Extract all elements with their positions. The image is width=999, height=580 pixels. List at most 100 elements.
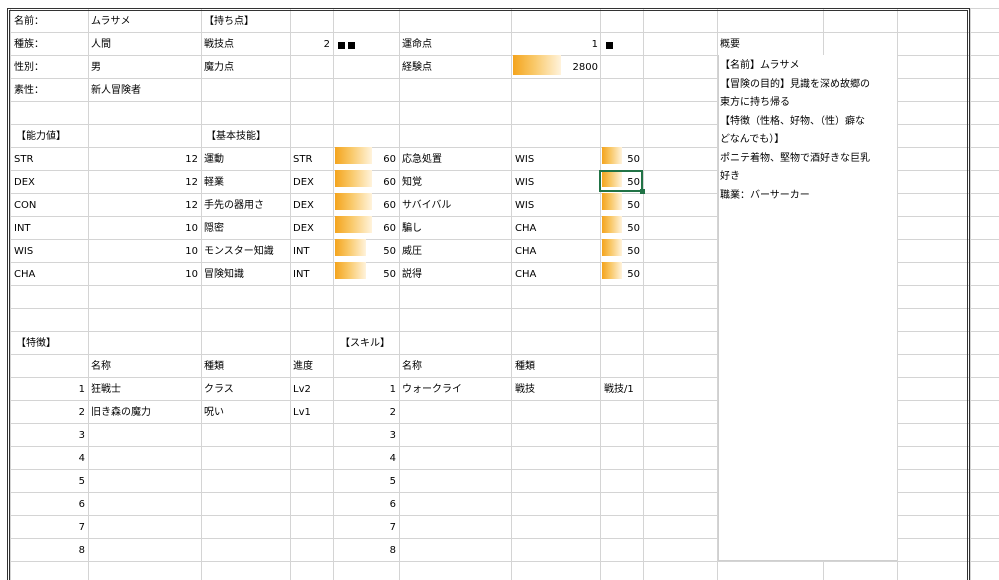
basic-skill-value[interactable]: 60 [348,176,396,190]
ability-value[interactable]: 12 [150,176,198,190]
feature-row-number: 3 [78,430,85,441]
basic-skill-stat: WIS [515,154,535,165]
ability-value[interactable]: 12 [150,199,198,213]
basic-skill-value[interactable]: 50 [600,245,640,259]
summary-line: 【名前】ムラサメ [720,60,800,71]
basic-skill-stat: WIS [515,200,535,211]
skills-col-type: 種類 [515,361,535,372]
ability-name: STR [14,154,34,165]
feature-type[interactable]: 呪い [204,406,224,420]
basic-skill-name: 応急処置 [402,154,442,165]
feature-row-number: 6 [78,499,85,510]
basic-skill-stat: INT [293,269,310,280]
name-value[interactable]: ムラサメ [91,15,131,29]
selected-cell[interactable] [599,170,643,192]
skill-row-number: 4 [389,453,396,464]
ability-value[interactable]: 12 [150,153,198,167]
origin-value[interactable]: 新人冒険者 [91,84,141,98]
feature-row-number: 4 [78,453,85,464]
features-col-type: 種類 [204,361,224,372]
basic-skill-value[interactable]: 50 [600,268,640,282]
basic-skill-name: 騙し [402,223,422,234]
magic-points-label: 魔力点 [204,62,234,73]
basic-skill-stat: INT [293,246,310,257]
basic-skill-stat: CHA [515,246,537,257]
basic-skill-value[interactable]: 60 [348,199,396,213]
basic-skill-stat: DEX [293,223,314,234]
feature-row-number: 1 [78,384,85,395]
summary-line: 好き [720,171,740,182]
basic-skill-value[interactable]: 50 [348,268,396,282]
combat-pip [338,42,345,49]
basic-skill-name: 軽業 [204,177,224,188]
feature-type[interactable]: クラス [204,383,234,397]
feature-name[interactable]: 狂戦士 [91,383,121,397]
skills-header: 【スキル】 [340,338,390,349]
origin-label: 素性： [14,85,44,96]
basic-skill-value[interactable]: 60 [348,222,396,236]
skill-row-number: 6 [389,499,396,510]
ability-value[interactable]: 10 [150,222,198,236]
race-label: 種族： [14,39,44,50]
basic-skill-stat: WIS [515,177,535,188]
basic-skill-name: 知覚 [402,177,422,188]
feature-row-number: 2 [78,407,85,418]
ability-name: CON [14,200,37,211]
basic-skill-name: 手先の器用さ [204,200,264,211]
fill-handle[interactable] [640,189,645,194]
fate-points-label: 運命点 [402,39,432,50]
skill-type[interactable]: 戦技 [515,383,535,397]
feature-progress[interactable]: Lv1 [293,406,311,420]
summary-line: どなんでも）】 [720,134,785,145]
ability-value[interactable]: 10 [150,268,198,282]
summary-line: 【冒険の目的】見識を深め故郷の [720,78,870,90]
basic-skill-name: 冒険知識 [204,269,244,280]
skills-col-name: 名称 [402,361,422,372]
name-label: 名前： [14,16,44,27]
features-col-progress: 進度 [293,361,313,372]
gender-label: 性別： [14,62,44,73]
summary-notes-box[interactable] [718,55,897,561]
feature-progress[interactable]: Lv2 [293,383,311,397]
combat-pip [348,42,355,49]
gender-value[interactable]: 男 [91,61,101,75]
ability-name: CHA [14,269,36,280]
ability-name: DEX [14,177,35,188]
exp-points-label: 経験点 [402,62,432,73]
race-value[interactable]: 人間 [91,38,111,52]
feature-row-number: 8 [78,545,85,556]
basic-skill-stat: DEX [293,177,314,188]
summary-line: 【特徴（性格、好物、（性）癖な [720,115,865,127]
skill-name[interactable]: ウォークライ [402,383,462,397]
features-col-name: 名称 [91,361,111,372]
exp-points-value[interactable]: 2800 [548,61,598,75]
basic-skill-value[interactable]: 50 [348,245,396,259]
summary-line: ポニテ着物、堅物で酒好きな巨乳 [720,152,870,164]
ability-name: INT [14,223,31,234]
basic-skill-stat: DEX [293,200,314,211]
basic-skill-stat: STR [293,154,313,165]
skill-row-number: 3 [389,430,396,441]
skill-cost[interactable]: 戦技/1 [604,383,634,397]
fate-points-value[interactable]: 1 [558,38,598,52]
basic-skill-stat: CHA [515,223,537,234]
combat-points-value[interactable]: 2 [290,38,330,52]
basic-skill-value[interactable]: 60 [348,153,396,167]
basic-skill-name: 運動 [204,154,224,165]
skill-row-number: 5 [389,476,396,487]
skill-row-number: 7 [389,522,396,533]
summary-line: 東方に持ち帰る [720,97,790,108]
basic-skill-name: 隠密 [204,223,224,234]
basic-skill-value[interactable]: 50 [600,222,640,236]
basic-skill-stat: CHA [515,269,537,280]
features-header: 【特徴】 [16,338,56,349]
basic-skill-value[interactable]: 50 [600,153,640,167]
ability-value[interactable]: 10 [150,245,198,259]
feature-name[interactable]: 旧き森の魔力 [91,406,151,420]
skill-row-number: 2 [389,407,396,418]
points-header: 【持ち点】 [204,16,254,27]
basic-skill-name: サバイバル [402,200,452,211]
basic-skill-value[interactable]: 50 [600,199,640,213]
abilities-header: 【能力値】 [16,131,66,142]
basic-skill-name: 説得 [402,269,422,280]
